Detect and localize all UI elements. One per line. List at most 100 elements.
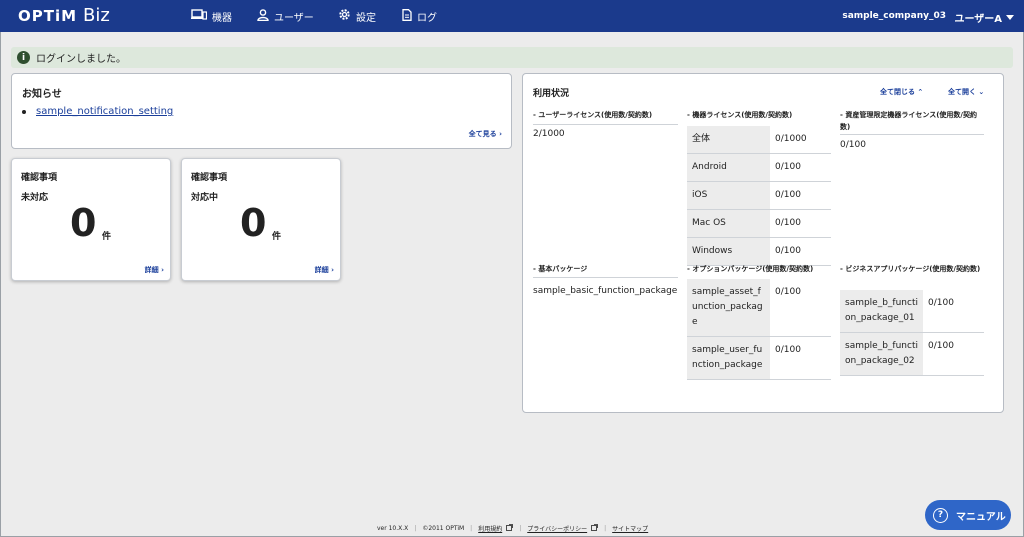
help-icon: ?	[933, 507, 948, 523]
confirm-unit: 件	[102, 232, 112, 242]
login-success-alert: i ログインしました。	[11, 47, 1013, 68]
footer-separator: |	[519, 525, 522, 532]
row-value: 0/100	[770, 153, 831, 182]
terms-link[interactable]: 利用規約	[478, 524, 502, 533]
nav-devices[interactable]: 機器	[191, 0, 232, 32]
document-icon	[402, 8, 412, 24]
business-package-section-toggle[interactable]: - ビジネスアプリパッケージ(使用数/契約数)	[840, 263, 984, 275]
nav-devices-label: 機器	[212, 12, 232, 24]
row-label: sample_user_function_package	[687, 336, 770, 380]
confirm-count: 0	[70, 201, 97, 245]
nav-users[interactable]: ユーザー	[257, 0, 314, 32]
top-navigation-bar: OPTiM Biz 機器 ユーザー 設定 ログ sample_company_0…	[0, 0, 1024, 32]
company-name: sample_company_03	[842, 11, 946, 21]
usage-status-card: 利用状況 全て閉じる ⌃ 全て開く ⌄ - ユーザーライセンス(使用数/契約数)…	[522, 73, 1004, 413]
table-row: 全体 0/1000	[687, 126, 831, 154]
nav-users-label: ユーザー	[274, 12, 314, 24]
gear-icon	[338, 8, 351, 24]
row-value: 0/100	[770, 209, 831, 238]
detail-link[interactable]: 詳細 ›	[145, 265, 164, 275]
notice-item[interactable]: sample_notification_setting	[22, 106, 173, 117]
detail-link[interactable]: 詳細 ›	[315, 265, 334, 275]
row-value: 0/100	[770, 279, 831, 337]
logo-optim: OPTiM	[18, 7, 78, 25]
privacy-link[interactable]: プライバシーポリシー	[527, 524, 587, 533]
row-label: iOS	[687, 181, 770, 210]
user-menu[interactable]: ユーザーA	[954, 10, 1014, 25]
row-value: 0/100	[770, 336, 831, 380]
optim-biz-logo[interactable]: OPTiM Biz	[18, 5, 110, 27]
row-value: 0/100	[770, 237, 831, 266]
row-value: 0/100	[770, 181, 831, 210]
row-label: sample_b_function_package_02	[840, 332, 923, 376]
footer-version: ver 10.X.X	[377, 525, 409, 532]
collapse-all-link[interactable]: 全て閉じる ⌃	[880, 87, 923, 97]
external-link-icon	[591, 524, 599, 533]
table-row: sample_user_function_package 0/100	[687, 336, 831, 380]
row-value: 0/100	[923, 290, 984, 333]
caret-down-icon	[1006, 15, 1014, 20]
user-name: ユーザーA	[954, 14, 1002, 25]
device-license-table: 全体 0/1000 Android 0/100 iOS 0/100 Mac OS 0/1…	[687, 126, 831, 266]
row-label: Android	[687, 153, 770, 182]
nav-log-label: ログ	[417, 12, 437, 24]
confirm-unit: 件	[272, 232, 282, 242]
manual-button-label: マニュアル	[956, 511, 1006, 523]
confirm-state: 対応中	[191, 193, 219, 203]
footer-copyright: ©2011 OPTiM	[422, 525, 465, 532]
logo-biz: Biz	[83, 5, 110, 26]
row-label: sample_b_function_package_01	[840, 290, 923, 333]
table-row: sample_asset_function_package 0/100	[687, 279, 831, 337]
info-icon: i	[17, 51, 30, 64]
confirm-card-in-progress: 確認事項 対応中 0 件 詳細 ›	[181, 158, 341, 281]
table-row: sample_b_function_package_02 0/100	[840, 332, 984, 376]
see-all-link[interactable]: 全て見る ›	[469, 129, 502, 139]
row-value: 0/1000	[770, 126, 831, 154]
option-package-table: sample_asset_function_package 0/100 sampl…	[687, 279, 831, 380]
alert-message: ログインしました。	[36, 54, 126, 65]
row-label: sample_asset_function_package	[687, 279, 770, 337]
table-row: sample_b_function_package_01 0/100	[840, 290, 984, 333]
nav-settings[interactable]: 設定	[338, 0, 376, 32]
notice-link[interactable]: sample_notification_setting	[36, 106, 173, 117]
table-row: Windows 0/100	[687, 237, 831, 266]
user-license-value: 2/1000	[533, 129, 565, 139]
basic-package-section-toggle[interactable]: - 基本パッケージ	[533, 263, 678, 275]
row-label: 全体	[687, 126, 770, 154]
confirm-title: 確認事項	[21, 173, 58, 183]
user-icon	[257, 8, 269, 24]
nav-log[interactable]: ログ	[402, 0, 437, 32]
asset-license-section-toggle[interactable]: - 資産管理限定機器ライセンス(使用数/契約数)	[840, 109, 984, 133]
user-license-section-toggle[interactable]: - ユーザーライセンス(使用数/契約数)	[533, 109, 678, 121]
notice-card: お知らせ sample_notification_setting 全て見る ›	[11, 73, 512, 149]
basic-package-value: sample_basic_function_package	[533, 286, 678, 296]
footer: ver 10.X.X | ©2011 OPTiM | 利用規約 | プライバシー…	[377, 524, 648, 533]
confirm-card-unhandled: 確認事項 未対応 0 件 詳細 ›	[11, 158, 171, 281]
nav-settings-label: 設定	[356, 12, 376, 24]
divider	[533, 124, 678, 125]
external-link-icon	[506, 524, 514, 533]
device-license-section-toggle[interactable]: - 機器ライセンス(使用数/契約数)	[687, 109, 831, 121]
divider	[533, 277, 678, 278]
sitemap-link[interactable]: サイトマップ	[612, 524, 648, 533]
footer-separator: |	[604, 525, 607, 532]
row-label: Mac OS	[687, 209, 770, 238]
table-row: iOS 0/100	[687, 181, 831, 210]
device-icon	[191, 9, 208, 23]
usage-title: 利用状況	[533, 89, 570, 99]
table-row: Mac OS 0/100	[687, 209, 831, 238]
table-row: Android 0/100	[687, 153, 831, 182]
expand-all-link[interactable]: 全て開く ⌄	[948, 87, 984, 97]
notice-title: お知らせ	[22, 89, 62, 100]
confirm-title: 確認事項	[191, 173, 228, 183]
footer-separator: |	[470, 525, 473, 532]
asset-license-value: 0/100	[840, 140, 866, 150]
row-value: 0/100	[923, 332, 984, 376]
divider	[840, 134, 984, 135]
business-package-table: sample_b_function_package_01 0/100 sample…	[840, 290, 984, 376]
footer-separator: |	[414, 525, 417, 532]
option-package-section-toggle[interactable]: - オプションパッケージ(使用数/契約数)	[687, 263, 831, 275]
manual-button[interactable]: ? マニュアル	[925, 500, 1011, 530]
confirm-count: 0	[240, 201, 267, 245]
bullet-icon	[22, 109, 26, 114]
